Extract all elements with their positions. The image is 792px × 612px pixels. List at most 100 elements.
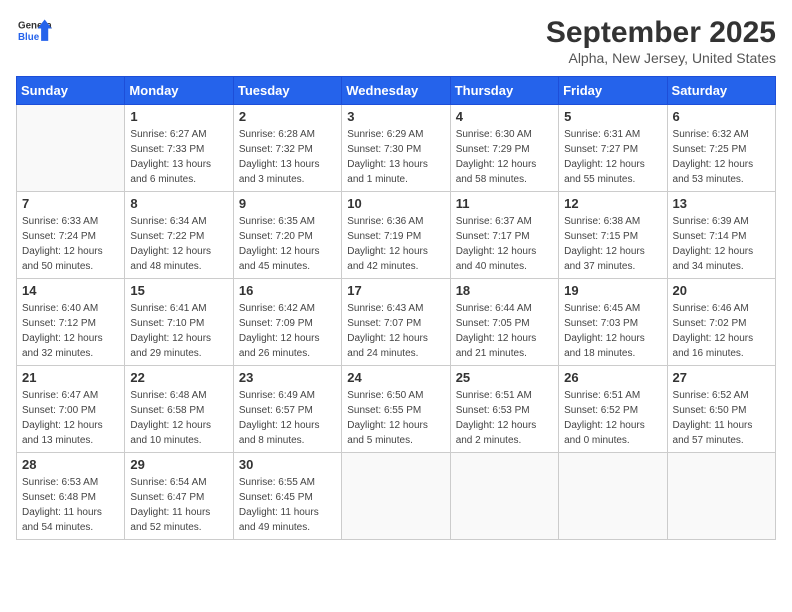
day-info: Sunrise: 6:28 AM Sunset: 7:32 PM Dayligh… xyxy=(239,127,336,187)
day-number: 5 xyxy=(564,109,661,124)
calendar-header-monday: Monday xyxy=(125,77,233,105)
calendar-week-row: 1 Sunrise: 6:27 AM Sunset: 7:33 PM Daylig… xyxy=(17,105,776,192)
day-number: 22 xyxy=(130,370,227,385)
calendar-day-7: 7Sunrise: 6:33 AM Sunset: 7:24 PM Daylig… xyxy=(17,192,125,279)
calendar-day-23: 23 Sunrise: 6:49 AM Sunset: 6:57 PM Dayli… xyxy=(233,366,341,453)
calendar-day-4: 4Sunrise: 6:30 AM Sunset: 7:29 PM Daylig… xyxy=(450,105,558,192)
calendar-week-row: 7Sunrise: 6:33 AM Sunset: 7:24 PM Daylig… xyxy=(17,192,776,279)
svg-text:Blue: Blue xyxy=(18,32,40,43)
day-number: 18 xyxy=(456,283,553,298)
day-info: Sunrise: 6:27 AM Sunset: 7:33 PM Dayligh… xyxy=(130,127,227,187)
day-number: 16 xyxy=(239,283,336,298)
calendar-empty-cell xyxy=(667,453,775,540)
calendar-day-12: 12 Sunrise: 6:38 AM Sunset: 7:15 PM Dayli… xyxy=(559,192,667,279)
day-number: 21 xyxy=(22,370,119,385)
day-info: Sunrise: 6:29 AM Sunset: 7:30 PM Dayligh… xyxy=(347,127,444,187)
day-number: 3 xyxy=(347,109,444,124)
calendar-empty-cell xyxy=(450,453,558,540)
calendar-day-15: 15 Sunrise: 6:41 AM Sunset: 7:10 PM Dayli… xyxy=(125,279,233,366)
day-number: 19 xyxy=(564,283,661,298)
day-number: 27 xyxy=(673,370,770,385)
day-number: 9 xyxy=(239,196,336,211)
day-info: Sunrise: 6:52 AM Sunset: 6:50 PM Dayligh… xyxy=(673,388,770,448)
calendar-empty-cell xyxy=(559,453,667,540)
day-info: Sunrise: 6:40 AM Sunset: 7:12 PM Dayligh… xyxy=(22,301,119,361)
day-number: 26 xyxy=(564,370,661,385)
page-header: General Blue September 2025 Alpha, New J… xyxy=(16,16,776,66)
day-number: 20 xyxy=(673,283,770,298)
day-number: 13 xyxy=(673,196,770,211)
calendar-day-17: 17Sunrise: 6:43 AM Sunset: 7:07 PM Dayli… xyxy=(342,279,450,366)
calendar-day-27: 27 Sunrise: 6:52 AM Sunset: 6:50 PM Dayli… xyxy=(667,366,775,453)
calendar-table: SundayMondayTuesdayWednesdayThursdayFrid… xyxy=(16,76,776,540)
calendar-day-5: 5 Sunrise: 6:31 AM Sunset: 7:27 PM Daylig… xyxy=(559,105,667,192)
calendar-day-29: 29 Sunrise: 6:54 AM Sunset: 6:47 PM Dayli… xyxy=(125,453,233,540)
day-info: Sunrise: 6:39 AM Sunset: 7:14 PM Dayligh… xyxy=(673,214,770,274)
day-number: 12 xyxy=(564,196,661,211)
day-info: Sunrise: 6:34 AM Sunset: 7:22 PM Dayligh… xyxy=(130,214,227,274)
day-number: 7 xyxy=(22,196,119,211)
calendar-day-2: 2Sunrise: 6:28 AM Sunset: 7:32 PM Daylig… xyxy=(233,105,341,192)
day-number: 23 xyxy=(239,370,336,385)
day-number: 6 xyxy=(673,109,770,124)
calendar-day-9: 9 Sunrise: 6:35 AM Sunset: 7:20 PM Daylig… xyxy=(233,192,341,279)
day-info: Sunrise: 6:48 AM Sunset: 6:58 PM Dayligh… xyxy=(130,388,227,448)
day-number: 14 xyxy=(22,283,119,298)
calendar-day-6: 6 Sunrise: 6:32 AM Sunset: 7:25 PM Daylig… xyxy=(667,105,775,192)
day-info: Sunrise: 6:46 AM Sunset: 7:02 PM Dayligh… xyxy=(673,301,770,361)
calendar-header-wednesday: Wednesday xyxy=(342,77,450,105)
day-info: Sunrise: 6:38 AM Sunset: 7:15 PM Dayligh… xyxy=(564,214,661,274)
calendar-day-3: 3 Sunrise: 6:29 AM Sunset: 7:30 PM Daylig… xyxy=(342,105,450,192)
day-info: Sunrise: 6:32 AM Sunset: 7:25 PM Dayligh… xyxy=(673,127,770,187)
day-info: Sunrise: 6:53 AM Sunset: 6:48 PM Dayligh… xyxy=(22,475,119,535)
day-info: Sunrise: 6:45 AM Sunset: 7:03 PM Dayligh… xyxy=(564,301,661,361)
calendar-day-18: 18 Sunrise: 6:44 AM Sunset: 7:05 PM Dayli… xyxy=(450,279,558,366)
day-info: Sunrise: 6:50 AM Sunset: 6:55 PM Dayligh… xyxy=(347,388,444,448)
calendar-day-19: 19 Sunrise: 6:45 AM Sunset: 7:03 PM Dayli… xyxy=(559,279,667,366)
day-number: 24 xyxy=(347,370,444,385)
calendar-day-28: 28 Sunrise: 6:53 AM Sunset: 6:48 PM Dayli… xyxy=(17,453,125,540)
logo: General Blue xyxy=(16,16,52,48)
title-area: September 2025 Alpha, New Jersey, United… xyxy=(546,16,776,66)
day-info: Sunrise: 6:31 AM Sunset: 7:27 PM Dayligh… xyxy=(564,127,661,187)
calendar-header-thursday: Thursday xyxy=(450,77,558,105)
day-info: Sunrise: 6:36 AM Sunset: 7:19 PM Dayligh… xyxy=(347,214,444,274)
calendar-day-11: 11 Sunrise: 6:37 AM Sunset: 7:17 PM Dayli… xyxy=(450,192,558,279)
day-info: Sunrise: 6:44 AM Sunset: 7:05 PM Dayligh… xyxy=(456,301,553,361)
calendar-empty-cell xyxy=(17,105,125,192)
day-number: 28 xyxy=(22,457,119,472)
day-info: Sunrise: 6:43 AM Sunset: 7:07 PM Dayligh… xyxy=(347,301,444,361)
day-number: 30 xyxy=(239,457,336,472)
calendar-header-tuesday: Tuesday xyxy=(233,77,341,105)
calendar-day-16: 16Sunrise: 6:42 AM Sunset: 7:09 PM Dayli… xyxy=(233,279,341,366)
day-info: Sunrise: 6:30 AM Sunset: 7:29 PM Dayligh… xyxy=(456,127,553,187)
calendar-day-10: 10Sunrise: 6:36 AM Sunset: 7:19 PM Dayli… xyxy=(342,192,450,279)
calendar-empty-cell xyxy=(342,453,450,540)
day-number: 8 xyxy=(130,196,227,211)
day-number: 15 xyxy=(130,283,227,298)
calendar-day-8: 8 Sunrise: 6:34 AM Sunset: 7:22 PM Daylig… xyxy=(125,192,233,279)
day-info: Sunrise: 6:35 AM Sunset: 7:20 PM Dayligh… xyxy=(239,214,336,274)
day-number: 1 xyxy=(130,109,227,124)
calendar-day-26: 26Sunrise: 6:51 AM Sunset: 6:52 PM Dayli… xyxy=(559,366,667,453)
day-info: Sunrise: 6:47 AM Sunset: 7:00 PM Dayligh… xyxy=(22,388,119,448)
calendar-day-25: 25Sunrise: 6:51 AM Sunset: 6:53 PM Dayli… xyxy=(450,366,558,453)
calendar-week-row: 28 Sunrise: 6:53 AM Sunset: 6:48 PM Dayli… xyxy=(17,453,776,540)
location-title: Alpha, New Jersey, United States xyxy=(546,50,776,66)
day-info: Sunrise: 6:37 AM Sunset: 7:17 PM Dayligh… xyxy=(456,214,553,274)
day-number: 11 xyxy=(456,196,553,211)
day-info: Sunrise: 6:54 AM Sunset: 6:47 PM Dayligh… xyxy=(130,475,227,535)
day-number: 29 xyxy=(130,457,227,472)
calendar-header-sunday: Sunday xyxy=(17,77,125,105)
calendar-week-row: 14 Sunrise: 6:40 AM Sunset: 7:12 PM Dayli… xyxy=(17,279,776,366)
calendar-day-20: 20 Sunrise: 6:46 AM Sunset: 7:02 PM Dayli… xyxy=(667,279,775,366)
day-info: Sunrise: 6:41 AM Sunset: 7:10 PM Dayligh… xyxy=(130,301,227,361)
logo-icon: General Blue xyxy=(16,16,52,48)
day-info: Sunrise: 6:55 AM Sunset: 6:45 PM Dayligh… xyxy=(239,475,336,535)
calendar-week-row: 21 Sunrise: 6:47 AM Sunset: 7:00 PM Dayli… xyxy=(17,366,776,453)
month-title: September 2025 xyxy=(546,16,776,50)
calendar-header-friday: Friday xyxy=(559,77,667,105)
day-number: 25 xyxy=(456,370,553,385)
calendar-day-13: 13 Sunrise: 6:39 AM Sunset: 7:14 PM Dayli… xyxy=(667,192,775,279)
day-info: Sunrise: 6:49 AM Sunset: 6:57 PM Dayligh… xyxy=(239,388,336,448)
